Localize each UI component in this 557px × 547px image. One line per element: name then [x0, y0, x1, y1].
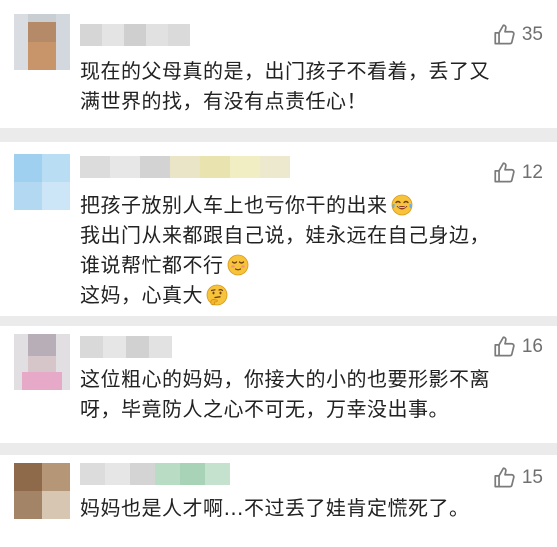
comment-line: 这位粗心的妈妈，你接大的小的也要形影不离	[80, 367, 490, 391]
username[interactable]	[80, 24, 200, 46]
comment-text: 把孩子放别人车上也亏你干的出来 我出门从来都跟自己说，娃永远在自己身边， 谁说帮…	[80, 190, 543, 310]
comment-line: 妈妈也是人才啊…不过丢了娃肯定慌死了。	[80, 496, 470, 520]
avatar[interactable]	[14, 463, 70, 519]
comment-line: 我出门从来都跟自己说，娃永远在自己身边，	[80, 223, 490, 247]
like-button[interactable]: 15	[492, 465, 543, 491]
comment-line-text: 把孩子放别人车上也亏你干的出来	[80, 193, 388, 217]
username[interactable]	[80, 336, 172, 358]
thumbs-up-icon	[494, 336, 515, 357]
comment-divider	[0, 443, 557, 455]
avatar[interactable]	[14, 154, 70, 210]
comment-text: 这位粗心的妈妈，你接大的小的也要形影不离 呀，毕竟防人之心不可无，万幸没出事。	[80, 364, 543, 424]
thumbs-up-icon	[494, 24, 515, 45]
thumbs-up-icon	[494, 162, 515, 183]
like-count: 16	[521, 336, 543, 357]
comment-text: 妈妈也是人才啊…不过丢了娃肯定慌死了。	[80, 493, 543, 523]
like-button[interactable]: 35	[492, 22, 543, 48]
avatar[interactable]	[14, 14, 70, 70]
avatar[interactable]	[14, 334, 70, 390]
username[interactable]	[80, 463, 230, 485]
comment-text: 现在的父母真的是，出门孩子不看着，丢了又 满世界的找，有没有点责任心！	[80, 56, 543, 116]
like-count: 15	[521, 467, 543, 488]
thinking-emoji	[206, 284, 228, 306]
comment-line-text: 这妈，心真大	[80, 283, 203, 307]
comment-item: 12 把孩子放别人车上也亏你干的出来 我出门从来都跟自己说，娃永远在自己身边， …	[0, 142, 557, 316]
comment-divider	[0, 316, 557, 326]
comment-line: 呀，毕竟防人之心不可无，万幸没出事。	[80, 397, 449, 421]
like-button[interactable]: 12	[492, 160, 543, 186]
like-button[interactable]: 16	[492, 334, 543, 360]
relieved-emoji	[227, 254, 248, 276]
username[interactable]	[80, 156, 290, 178]
thumbs-up-icon	[494, 467, 515, 488]
comment-line: 满世界的找，有没有点责任心！	[80, 89, 367, 113]
comment-item: 35 现在的父母真的是，出门孩子不看着，丢了又 满世界的找，有没有点责任心！	[0, 0, 557, 128]
comment-item: 15 妈妈也是人才啊…不过丢了娃肯定慌死了。	[0, 455, 557, 547]
like-count: 12	[521, 162, 543, 183]
laughing-tears-emoji	[391, 194, 412, 216]
comment-line: 谁说帮忙都不行	[80, 250, 543, 280]
comment-item: 16 这位粗心的妈妈，你接大的小的也要形影不离 呀，毕竟防人之心不可无，万幸没出…	[0, 326, 557, 443]
like-count: 35	[521, 24, 543, 45]
comment-line: 把孩子放别人车上也亏你干的出来	[80, 190, 543, 220]
comment-line: 现在的父母真的是，出门孩子不看着，丢了又	[80, 59, 490, 83]
comment-divider	[0, 128, 557, 142]
comment-line: 这妈，心真大	[80, 280, 543, 310]
comment-line-text: 谁说帮忙都不行	[80, 253, 224, 277]
